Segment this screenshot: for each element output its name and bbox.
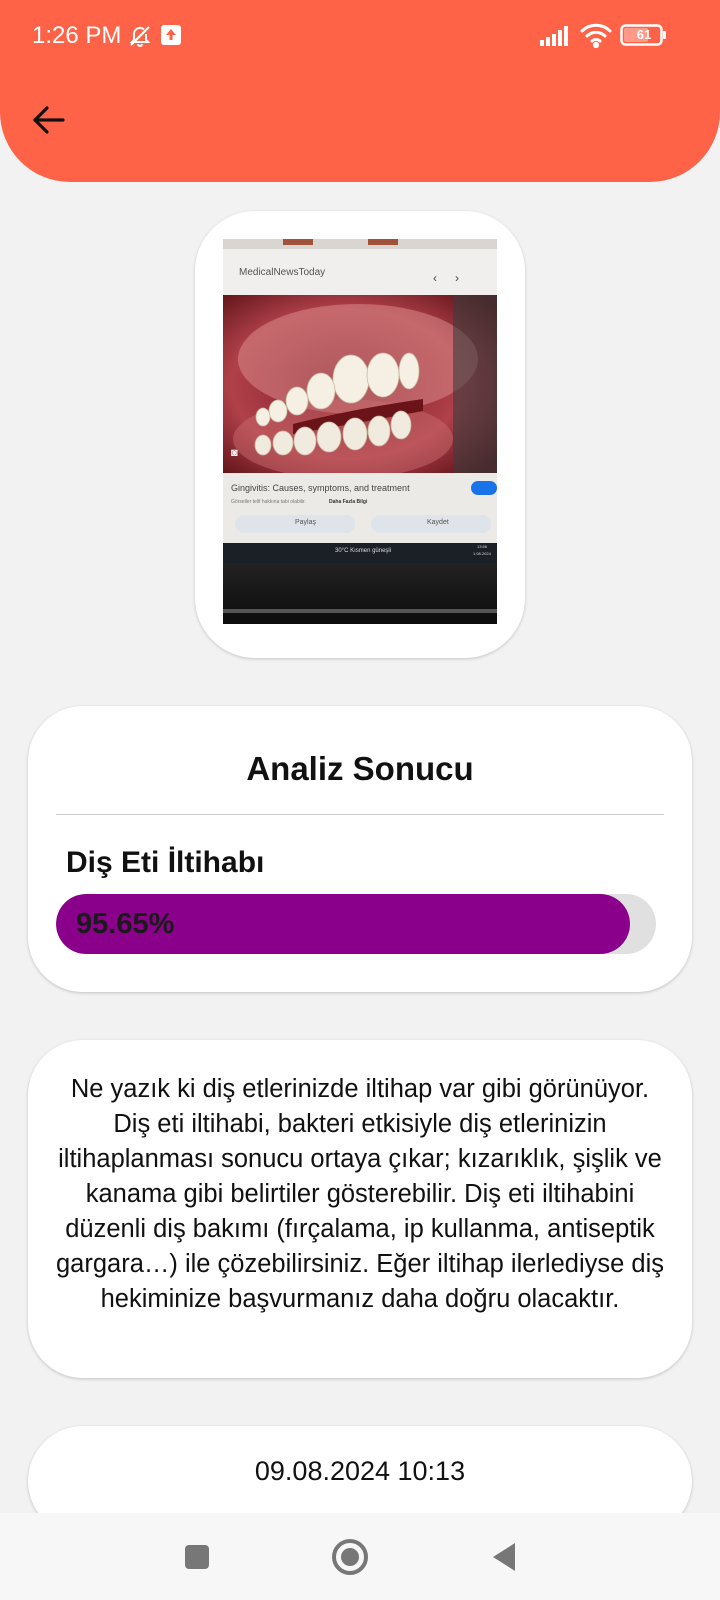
photo-taskbar-weather: 30°C Kısmen güneşli [335,548,392,554]
back-button[interactable] [28,100,68,140]
photo-taskbar-time: 13:56 [477,544,488,549]
back-triangle-icon [493,1543,515,1571]
app-header: 1:26 PM 61 [0,0,720,182]
wifi-icon [580,22,612,53]
description-card: Ne yazık ki diş etlerinizde iltihap var … [28,1040,692,1378]
mouth-photo-graphic [223,239,497,624]
home-icon [332,1539,368,1575]
photo-article-title: Gingivitis: Causes, symptoms, and treatm… [231,483,410,493]
photo-caption-link: Daha Fazla Bilgi [329,499,368,505]
description-text: Ne yazık ki diş etlerinizde iltihap var … [55,1075,664,1313]
analyzed-photo: MedicalNewsToday ‹› ◙ Gingivitis: Causes… [223,239,497,624]
photo-save-label: Kaydet [427,519,449,526]
confidence-label: 95.65% [76,908,175,940]
arrow-left-icon [33,106,65,134]
battery-level-text: 61 [636,27,652,42]
analysis-date: 09.08.2024 10:13 [254,1456,466,1486]
home-button[interactable] [328,1535,372,1579]
recent-apps-button[interactable] [175,1535,219,1579]
photo-nav-icons: ‹› [433,271,477,285]
photo-site-name: MedicalNewsToday [239,267,326,278]
photo-caption-line: Görseller telif hakkına tabi olabilir. [231,499,306,505]
signal-icon [540,26,574,51]
condition-name: Diş Eti İltihabı [66,846,265,879]
confidence-bar: 95.65% [56,894,656,954]
result-title: Analiz Sonucu [246,750,474,787]
camera-search-icon: ◙ [231,447,238,459]
recent-apps-icon [185,1545,209,1569]
image-card: MedicalNewsToday ‹› ◙ Gingivitis: Causes… [195,211,525,658]
status-time: 1:26 PM [32,22,122,49]
analysis-result-card: Analiz Sonucu Diş Eti İltihabı 95.65% [28,706,692,992]
divider [56,814,664,815]
upload-notification-icon [160,24,182,51]
system-back-button[interactable] [482,1535,526,1579]
system-nav-bar [0,1513,720,1600]
bell-muted-icon [128,24,152,53]
photo-taskbar-date: 1.08.2024 [473,551,491,556]
photo-share-label: Paylaş [295,519,317,526]
